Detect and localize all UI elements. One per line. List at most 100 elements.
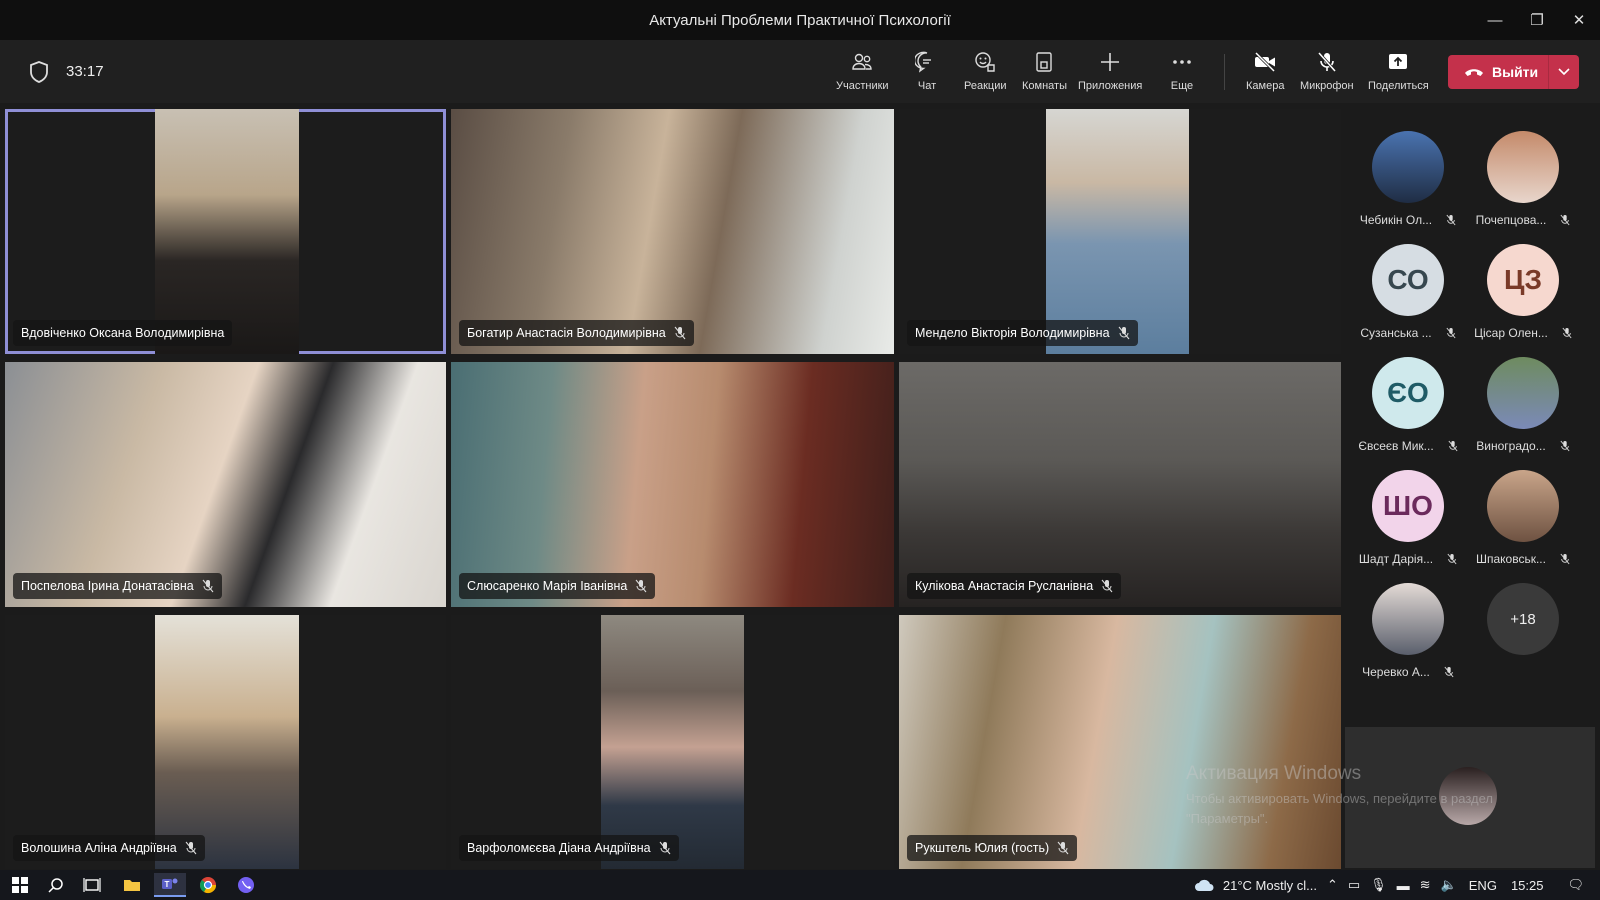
roster-name: Шадт Дарія... xyxy=(1358,552,1434,566)
search-button[interactable] xyxy=(40,873,72,897)
video-stage: Вдовіченко Оксана Володимирівна Богатир … xyxy=(0,107,1342,870)
minimize-button[interactable]: — xyxy=(1474,0,1516,40)
roster-participant[interactable]: Почепцова... xyxy=(1463,131,1583,241)
viber-button[interactable] xyxy=(230,873,262,897)
participant-name: Рукштель Юлия (гость) xyxy=(915,841,1050,855)
teams-taskbar-button[interactable]: T xyxy=(154,873,186,897)
overflow-participants-button[interactable]: +18 xyxy=(1463,583,1583,693)
teams-icon: T xyxy=(162,878,178,889)
roster-name: Євсеєв Мик... xyxy=(1358,439,1434,453)
video-tile[interactable]: Варфоломєєва Діана Андріївна xyxy=(451,615,894,869)
mic-muted-icon xyxy=(635,579,647,593)
roster-participant[interactable]: Виноградо... xyxy=(1463,357,1583,467)
tray-chevron-icon[interactable]: ⌃ xyxy=(1327,877,1338,893)
chat-button[interactable]: Чат xyxy=(915,50,939,100)
participant-name: Варфоломєєва Діана Андріївна xyxy=(467,841,651,855)
system-tray: 21°C Mostly cl... ⌃ ▭ 🎙 ▬ ≋ 🔈 ENG 15:25 … xyxy=(1193,870,1600,900)
mic-muted-icon xyxy=(1057,841,1069,855)
participants-label: Участники xyxy=(836,80,889,92)
participant-video xyxy=(451,362,894,607)
mic-muted-icon xyxy=(1101,579,1113,593)
reactions-button[interactable]: Реакции xyxy=(964,50,1007,100)
mic-muted-icon xyxy=(1446,327,1456,339)
leave-label: Выйти xyxy=(1492,64,1539,80)
reactions-label: Реакции xyxy=(964,80,1007,92)
clock[interactable]: 15:25 xyxy=(1511,878,1544,893)
video-tile[interactable]: Мендело Вікторія Володимирівна xyxy=(899,109,1341,354)
participant-nameplate: Рукштель Юлия (гость) xyxy=(907,835,1078,861)
chat-icon xyxy=(915,51,931,73)
mic-button[interactable]: Микрофон xyxy=(1300,50,1354,100)
svg-text:T: T xyxy=(165,880,170,889)
mic-muted-icon xyxy=(1446,214,1456,226)
participant-name: Мендело Вікторія Володимирівна xyxy=(915,326,1110,340)
task-view-button[interactable] xyxy=(76,873,108,897)
participant-name: Поспелова Ірина Донатасівна xyxy=(21,579,194,593)
leave-main[interactable]: Выйти xyxy=(1448,64,1548,80)
mic-muted-icon xyxy=(185,841,197,855)
mic-muted-icon xyxy=(1444,666,1454,678)
participant-name: Кулікова Анастасія Русланівна xyxy=(915,579,1094,593)
title-bar: Актуальні Проблеми Практичної Психології… xyxy=(0,0,1600,40)
participants-button[interactable]: Участники xyxy=(836,50,889,100)
close-button[interactable]: ✕ xyxy=(1558,0,1600,40)
roster-participant[interactable]: Чебикін Ол... xyxy=(1348,131,1468,241)
roster-name: Виноградо... xyxy=(1476,439,1546,453)
notifications-icon[interactable]: 🗨 xyxy=(1567,877,1584,893)
language-indicator[interactable]: ENG xyxy=(1469,878,1497,893)
roster-participant[interactable]: ЄО Євсеєв Мик... xyxy=(1348,357,1468,467)
participant-video xyxy=(5,362,446,607)
video-tile[interactable]: Слюсаренко Марія Іванівна xyxy=(451,362,894,607)
avatar xyxy=(1372,131,1444,203)
video-tile[interactable]: Поспелова Ірина Донатасівна xyxy=(5,362,446,607)
restore-button[interactable]: ❐ xyxy=(1516,0,1558,40)
mic-tray-icon[interactable]: 🎙 xyxy=(1370,877,1387,893)
rooms-icon xyxy=(1036,52,1053,72)
apps-button[interactable]: Приложения xyxy=(1078,50,1142,100)
share-button[interactable]: Поделиться xyxy=(1368,50,1429,100)
file-explorer-button[interactable] xyxy=(116,873,148,897)
window-title: Актуальні Проблеми Практичної Психології xyxy=(649,11,951,29)
window-controls: — ❐ ✕ xyxy=(1474,0,1600,40)
folder-icon xyxy=(124,880,140,891)
avatar xyxy=(1487,470,1559,542)
video-tile[interactable]: Рукштель Юлия (гость) xyxy=(899,615,1341,869)
participant-video xyxy=(155,615,299,869)
device-icon[interactable]: ▭ xyxy=(1348,877,1360,893)
mic-muted-icon xyxy=(1447,553,1457,565)
roster-participant[interactable]: ШО Шадт Дарія... xyxy=(1348,470,1468,580)
meeting-timer: 33:17 xyxy=(66,63,104,80)
wifi-icon[interactable]: ≋ xyxy=(1420,877,1431,893)
roster-participant[interactable]: ЦЗ Цісар Олен... xyxy=(1463,244,1583,354)
camera-button[interactable]: Камера xyxy=(1246,50,1284,100)
more-button[interactable]: Еще xyxy=(1170,50,1194,100)
participant-nameplate: Варфоломєєва Діана Андріївна xyxy=(459,835,679,861)
video-tile[interactable]: Кулікова Анастасія Русланівна xyxy=(899,362,1341,607)
task-view-icon xyxy=(83,878,101,892)
weather-text[interactable]: 21°C Mostly cl... xyxy=(1223,878,1317,893)
chat-label: Чат xyxy=(917,80,937,92)
windows-start-button[interactable] xyxy=(4,873,36,897)
leave-button[interactable]: Выйти xyxy=(1448,55,1579,89)
avatar: ШО xyxy=(1372,470,1444,542)
shield-icon xyxy=(30,61,48,83)
volume-icon[interactable]: 🔈 xyxy=(1441,877,1457,893)
roster-participant[interactable]: Черевко А... xyxy=(1348,583,1468,693)
rooms-button[interactable]: Комнаты xyxy=(1022,50,1067,100)
battery-icon[interactable]: ▬ xyxy=(1397,878,1410,893)
video-tile[interactable]: Волошина Аліна Андріївна xyxy=(5,615,446,869)
participant-nameplate: Волошина Аліна Андріївна xyxy=(13,835,205,861)
participant-nameplate: Кулікова Анастасія Русланівна xyxy=(907,573,1122,599)
roster-participant[interactable]: Шпаковськ... xyxy=(1463,470,1583,580)
chrome-button[interactable] xyxy=(192,873,224,897)
leave-dropdown[interactable] xyxy=(1549,68,1579,76)
video-tile[interactable]: Богатир Анастасія Володимирівна xyxy=(451,109,894,354)
mic-muted-icon xyxy=(1560,553,1570,565)
roster-participant[interactable]: СО Сузанська ... xyxy=(1348,244,1468,354)
mic-off-icon xyxy=(1317,52,1336,72)
video-tile[interactable]: Вдовіченко Оксана Володимирівна xyxy=(5,109,446,354)
chrome-icon xyxy=(199,877,217,894)
overflow-avatar: +18 xyxy=(1487,583,1559,655)
roster-name: Сузанська ... xyxy=(1360,326,1432,340)
more-icon xyxy=(1173,60,1191,64)
